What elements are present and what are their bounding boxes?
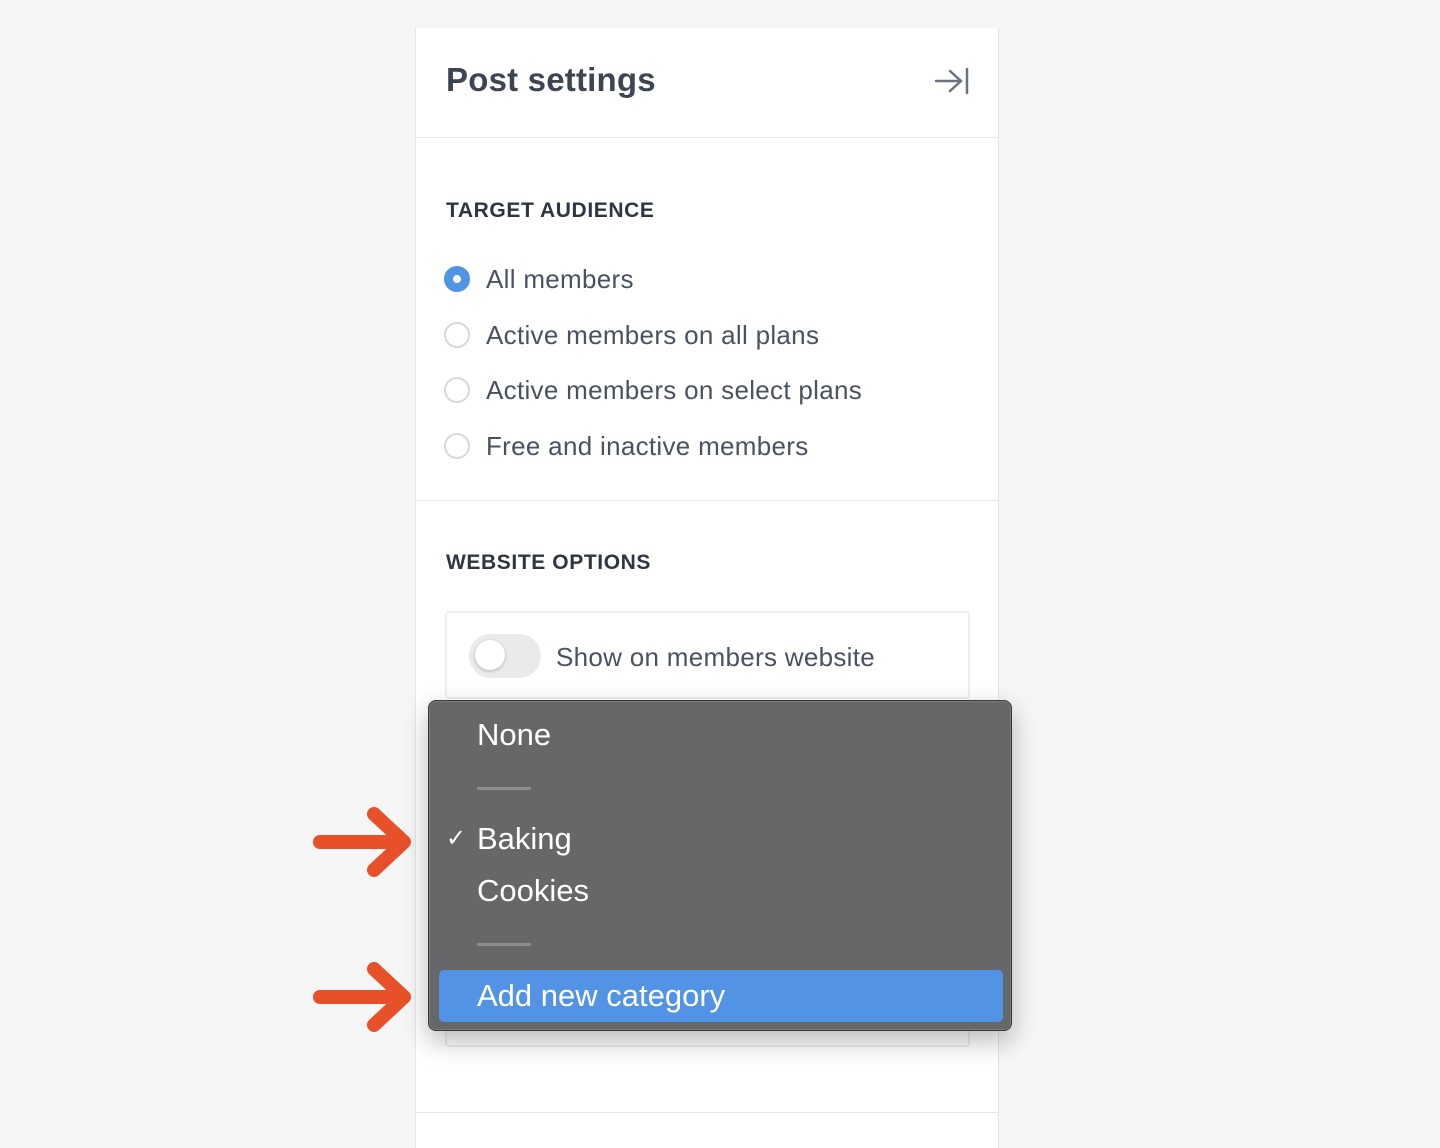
website-options-heading: WEBSITE OPTIONS: [446, 551, 652, 574]
panel-title: Post settings: [446, 61, 656, 98]
collapse-right-icon: [934, 67, 969, 95]
menu-separator: [477, 943, 531, 946]
radio-button[interactable]: [444, 322, 470, 348]
menu-separator: [477, 787, 531, 790]
menu-item-label: Baking: [477, 821, 572, 856]
radio-button[interactable]: [444, 377, 470, 403]
category-dropdown-menu: None ✓ Baking Cookies Add new category: [428, 700, 1012, 1031]
menu-item-label: Add new category: [477, 978, 726, 1013]
toggle-label: Show on members website: [556, 642, 876, 672]
menu-item-label: Cookies: [477, 873, 589, 908]
menu-item-add-new-category[interactable]: Add new category: [439, 970, 1003, 1022]
target-audience-section: TARGET AUDIENCE All members Active membe…: [416, 138, 998, 501]
menu-item-none[interactable]: None: [439, 709, 1003, 761]
collapse-panel-button[interactable]: [933, 64, 971, 98]
radio-free-inactive[interactable]: Free and inactive members: [444, 429, 809, 463]
menu-item-baking[interactable]: ✓ Baking: [439, 813, 1003, 865]
arrow-right-icon: [313, 807, 411, 877]
radio-active-all-plans[interactable]: Active members on all plans: [444, 318, 819, 352]
radio-label: Active members on select plans: [486, 374, 863, 405]
menu-item-label: None: [477, 717, 552, 752]
menu-item-cookies[interactable]: Cookies: [439, 865, 1003, 917]
radio-all-members[interactable]: All members: [444, 262, 634, 296]
arrow-right-icon: [313, 962, 411, 1032]
radio-active-select-plans[interactable]: Active members on select plans: [444, 373, 862, 407]
checkmark-icon: ✓: [446, 825, 467, 852]
target-audience-heading: TARGET AUDIENCE: [446, 199, 655, 222]
radio-button[interactable]: [444, 266, 470, 292]
panel-header: Post settings: [416, 28, 998, 138]
radio-label: Free and inactive members: [486, 430, 809, 461]
radio-label: All members: [486, 263, 634, 294]
toggle-knob: [475, 640, 505, 670]
show-on-website-toggle[interactable]: [469, 634, 541, 678]
radio-button[interactable]: [444, 433, 470, 459]
radio-label: Active members on all plans: [486, 319, 820, 350]
show-on-website-row: Show on members website: [445, 611, 970, 699]
